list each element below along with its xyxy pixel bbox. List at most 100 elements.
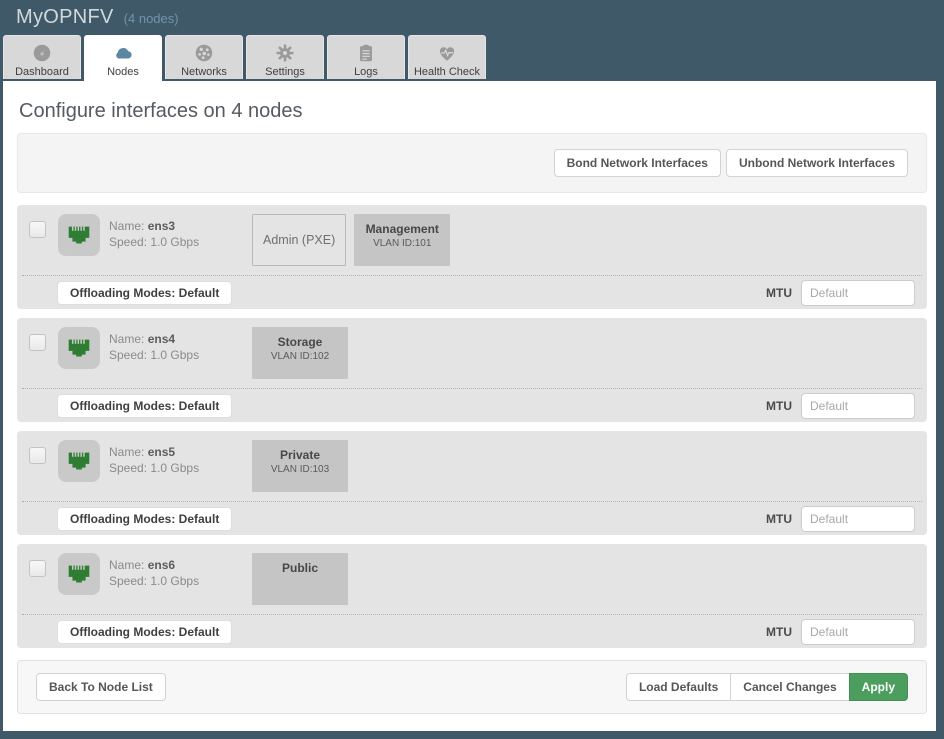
interface-checkbox[interactable] [29,334,46,351]
cloud-icon [112,42,134,64]
mtu-group: MTU [766,393,915,419]
bond-network-interfaces-button[interactable]: Bond Network Interfaces [554,149,721,177]
mtu-input[interactable] [801,280,915,306]
offloading-modes-button[interactable]: Offloading Modes: Default [57,620,232,644]
interface-meta: Name: ens3 Speed: 1.0 Gbps [109,218,199,250]
bond-toolbar: Bond Network Interfaces Unbond Network I… [17,133,927,193]
interface-checkbox[interactable] [29,447,46,464]
tab-networks[interactable]: Networks [165,35,243,79]
interface-row-bottom: Offloading Modes: Default MTU [17,502,927,535]
network-box-public[interactable]: Public [252,553,348,605]
offloading-modes-button[interactable]: Offloading Modes: Default [57,394,232,418]
offloading-modes-button[interactable]: Offloading Modes: Default [57,281,232,305]
tab-bar: Dashboard Nodes Networks Settings Logs [3,35,944,81]
vlan-id: VLAN ID:101 [364,238,440,249]
name-label: Name: [109,219,144,233]
name-label: Name: [109,445,144,459]
mtu-input[interactable] [801,619,915,645]
back-to-node-list-button[interactable]: Back To Node List [36,673,166,701]
gear-icon [274,42,296,64]
tab-dashboard[interactable]: Dashboard [3,35,81,79]
interface-row: Name: ens3 Speed: 1.0 Gbps Admin (PXE) Ma… [17,205,927,309]
gauge-icon [31,42,53,64]
top-bar: MyOPNFV (4 nodes) [0,0,944,35]
name-label: Name: [109,558,144,572]
offloading-modes-button[interactable]: Offloading Modes: Default [57,507,232,531]
nic-port-icon [58,327,100,369]
network-assignments: Public [252,553,348,605]
nic-port-icon [58,214,100,256]
network-assignments: Admin (PXE) Management VLAN ID:101 [252,214,450,266]
tab-label: Nodes [85,66,161,78]
tab-label: Networks [166,66,242,78]
interface-speed: 1.0 Gbps [150,461,199,475]
interface-checkbox[interactable] [29,560,46,577]
tab-health-check[interactable]: Health Check [408,35,486,79]
network-box-storage[interactable]: Storage VLAN ID:102 [252,327,348,379]
interface-name: ens6 [148,558,175,572]
heart-pulse-icon [436,42,458,64]
unbond-network-interfaces-button[interactable]: Unbond Network Interfaces [726,149,908,177]
interface-row-bottom: Offloading Modes: Default MTU [17,615,927,648]
footer-action-group: Load Defaults Cancel Changes Apply [626,673,908,701]
tab-label: Settings [247,66,323,78]
tab-logs[interactable]: Logs [327,35,405,79]
mtu-input[interactable] [801,506,915,532]
network-assignments: Private VLAN ID:103 [252,440,348,492]
globe-icon [193,42,215,64]
interface-row-top: Name: ens5 Speed: 1.0 Gbps Private VLAN I… [17,431,927,501]
speed-label: Speed: [109,574,147,588]
interface-meta: Name: ens6 Speed: 1.0 Gbps [109,557,199,589]
tab-label: Dashboard [4,66,80,78]
interface-row: Name: ens6 Speed: 1.0 Gbps Public Offloa… [17,544,927,648]
tab-nodes[interactable]: Nodes [84,35,162,82]
speed-label: Speed: [109,235,147,249]
mtu-label: MTU [766,286,792,300]
interface-meta: Name: ens5 Speed: 1.0 Gbps [109,444,199,476]
interface-row-top: Name: ens6 Speed: 1.0 Gbps Public [17,544,927,614]
mtu-group: MTU [766,506,915,532]
network-assignments: Storage VLAN ID:102 [252,327,348,379]
cancel-changes-button[interactable]: Cancel Changes [730,673,849,701]
interface-speed: 1.0 Gbps [150,574,199,588]
apply-button[interactable]: Apply [849,673,908,701]
content-area: Configure interfaces on 4 nodes Bond Net… [3,81,936,731]
network-name: Public [262,561,338,575]
mtu-label: MTU [766,399,792,413]
interface-list: Name: ens3 Speed: 1.0 Gbps Admin (PXE) Ma… [17,205,927,648]
vlan-id: VLAN ID:103 [262,464,338,475]
interface-name: ens3 [148,219,175,233]
network-box-admin-pxe[interactable]: Admin (PXE) [252,214,346,266]
vlan-id: VLAN ID:102 [262,351,338,362]
tab-label: Logs [328,66,404,78]
load-defaults-button[interactable]: Load Defaults [626,673,731,701]
network-name: Private [262,448,338,462]
interface-meta: Name: ens4 Speed: 1.0 Gbps [109,331,199,363]
clipboard-icon [355,42,377,64]
network-box-management[interactable]: Management VLAN ID:101 [354,214,450,266]
interface-row-bottom: Offloading Modes: Default MTU [17,389,927,422]
interface-row-top: Name: ens4 Speed: 1.0 Gbps Storage VLAN I… [17,318,927,388]
network-name: Admin (PXE) [263,233,335,247]
mtu-label: MTU [766,512,792,526]
interface-checkbox[interactable] [29,221,46,238]
interface-row: Name: ens5 Speed: 1.0 Gbps Private VLAN I… [17,431,927,535]
network-name: Management [364,222,440,236]
app-title: MyOPNFV [16,6,114,29]
network-name: Storage [262,335,338,349]
speed-label: Speed: [109,348,147,362]
nic-port-icon [58,440,100,482]
footer-bar: Back To Node List Load Defaults Cancel C… [17,660,927,714]
interface-name: ens4 [148,332,175,346]
mtu-input[interactable] [801,393,915,419]
interface-row: Name: ens4 Speed: 1.0 Gbps Storage VLAN I… [17,318,927,422]
interface-row-bottom: Offloading Modes: Default MTU [17,276,927,309]
mtu-group: MTU [766,280,915,306]
network-box-private[interactable]: Private VLAN ID:103 [252,440,348,492]
interface-speed: 1.0 Gbps [150,235,199,249]
tab-settings[interactable]: Settings [246,35,324,79]
interface-name: ens5 [148,445,175,459]
nic-port-icon [58,553,100,595]
interface-speed: 1.0 Gbps [150,348,199,362]
speed-label: Speed: [109,461,147,475]
